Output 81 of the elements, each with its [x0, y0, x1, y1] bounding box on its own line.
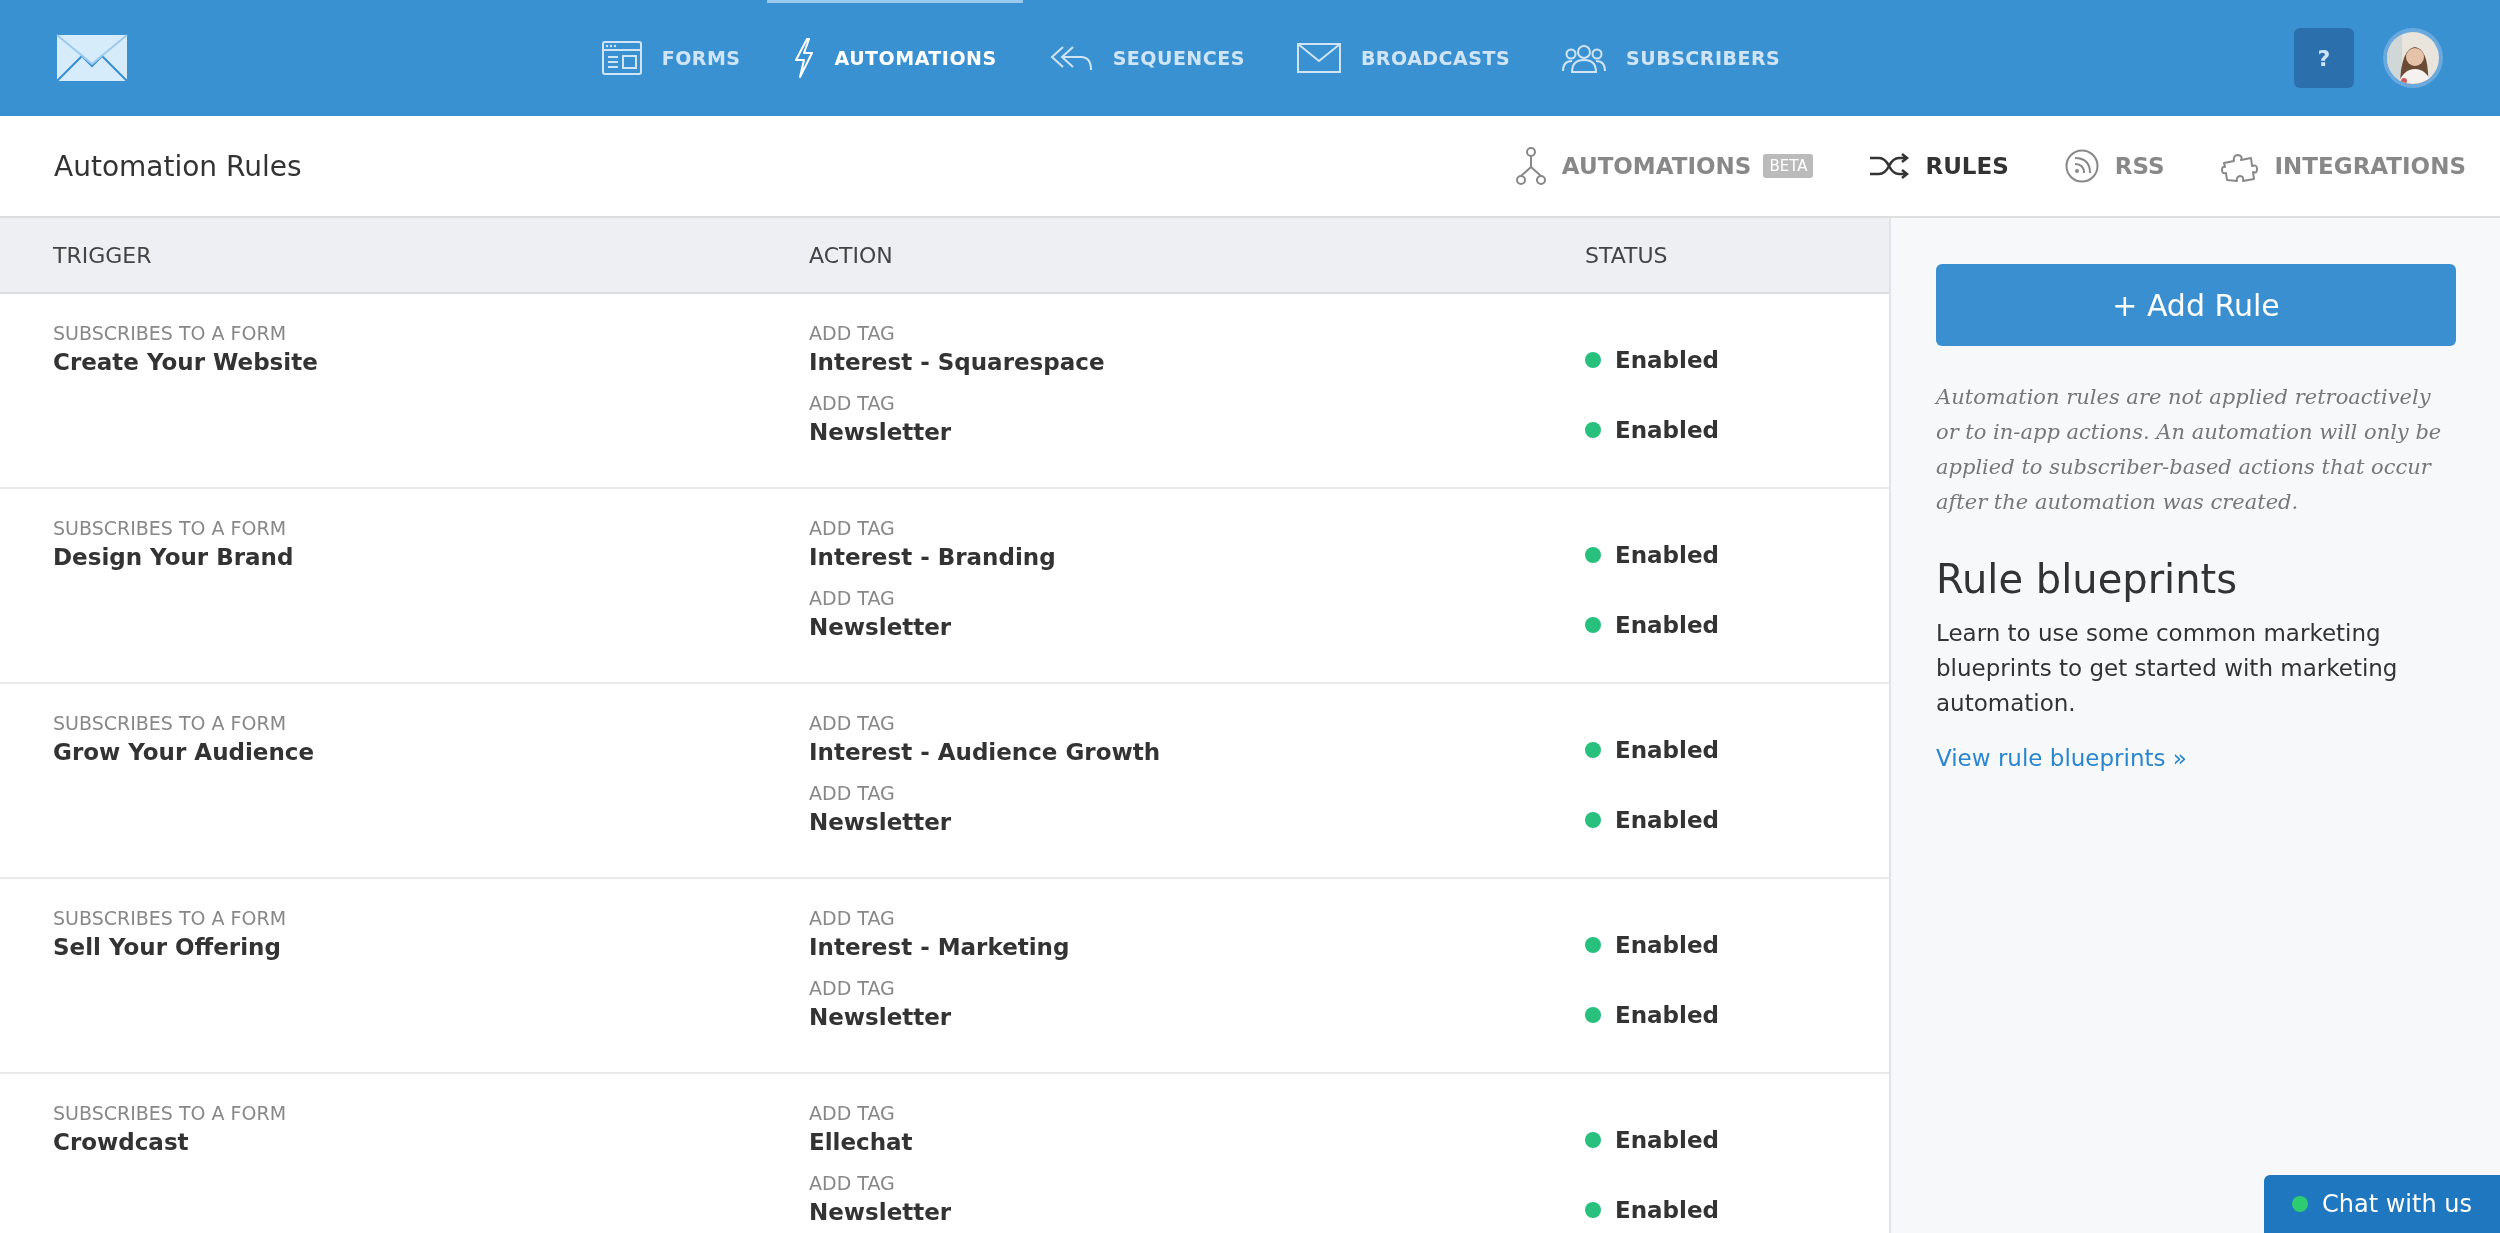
help-button[interactable]: ?: [2294, 28, 2354, 88]
status-text: Enabled: [1615, 806, 1720, 835]
nav-tab[interactable]: SUBSCRIBERS: [1536, 0, 1807, 116]
subnav-tab[interactable]: RSS: [2064, 147, 2165, 185]
action-type: ADD TAG: [809, 321, 896, 346]
status-text: Enabled: [1615, 541, 1720, 570]
nav-tab[interactable]: AUTOMATIONS: [766, 0, 1023, 116]
action-type: ADD TAG: [809, 586, 896, 611]
action-value: Newsletter: [809, 808, 953, 837]
action-type: ADD TAG: [809, 516, 896, 541]
envelope-logo: [56, 34, 128, 82]
nav-tab[interactable]: FORMS: [575, 0, 767, 116]
page-title: Automation Rules: [54, 149, 302, 183]
action-type: ADD TAG: [809, 711, 896, 736]
action-type: ADD TAG: [809, 391, 896, 416]
description-text: Learn to use some common marketing blueprints to get started with marketing automation.: [1936, 619, 2399, 718]
status-dot-icon: [1585, 742, 1601, 758]
action-value: Interest - Squarespace: [809, 348, 1106, 377]
action-value: Newsletter: [809, 613, 953, 642]
subnav-tab[interactable]: INTEGRATIONS: [2220, 147, 2466, 185]
status-text: Enabled: [1615, 611, 1720, 640]
status-dot-icon: [1585, 422, 1601, 438]
action-type: ADD TAG: [809, 1171, 896, 1196]
status-dot-icon: [1585, 547, 1601, 563]
status-text: Enabled: [1615, 1126, 1720, 1155]
action-type: ADD TAG: [809, 976, 896, 1001]
status-text: Enabled: [1615, 931, 1720, 960]
shuffle-icon: [1869, 153, 1910, 179]
status-dot-icon: [1585, 1202, 1601, 1218]
beta-badge: BETA: [1763, 154, 1814, 178]
status-dot-icon: [1585, 1007, 1601, 1023]
status-text: Enabled: [1615, 416, 1720, 445]
action-value: Ellechat: [809, 1128, 914, 1157]
blueprints-link[interactable]: View rule blueprints »: [1936, 745, 2187, 771]
trigger-name: Design Your Brand: [53, 543, 295, 572]
trigger-name: Grow Your Audience: [53, 738, 316, 767]
status-dot-icon: [1585, 937, 1601, 953]
trigger-type: SUBSCRIBES TO A FORM: [53, 516, 288, 541]
status-dot-icon: [1585, 617, 1601, 633]
chat-button[interactable]: Chat with us: [2264, 1175, 2500, 1233]
nav-tab[interactable]: SEQUENCES: [1022, 0, 1271, 116]
status-dot-icon: [1585, 812, 1601, 828]
column-header: STATUS: [1585, 242, 1669, 268]
add-rule-button[interactable]: + Add Rule: [1936, 264, 2456, 346]
status-text: Enabled: [1615, 1196, 1720, 1225]
trigger-type: SUBSCRIBES TO A FORM: [53, 906, 288, 931]
status-text: Enabled: [1615, 736, 1720, 765]
action-value: Interest - Marketing: [809, 933, 1071, 962]
section-heading: Rule blueprints: [1936, 556, 2239, 602]
column-header: ACTION: [809, 242, 894, 268]
trigger-name: Sell Your Offering: [53, 933, 282, 962]
nav-tab[interactable]: BROADCASTS: [1270, 0, 1537, 116]
browser-window-icon: [601, 41, 642, 75]
double-arrow-left-icon: [1048, 44, 1093, 72]
action-value: Interest - Audience Growth: [809, 738, 1162, 767]
trigger-type: SUBSCRIBES TO A FORM: [53, 1101, 288, 1126]
action-value: Interest - Branding: [809, 543, 1057, 572]
envelope-icon: [1296, 43, 1341, 73]
status-text: Enabled: [1615, 346, 1720, 375]
action-value: Newsletter: [809, 418, 953, 447]
trigger-type: SUBSCRIBES TO A FORM: [53, 321, 288, 346]
status-dot-icon: [1585, 1132, 1601, 1148]
action-type: ADD TAG: [809, 1101, 896, 1126]
subnav-tab[interactable]: AUTOMATIONS BETA: [1515, 147, 1814, 185]
node-tree-icon: [1515, 147, 1546, 185]
status-dot-icon: [1585, 352, 1601, 368]
subnav-tab[interactable]: RULES: [1869, 147, 2009, 185]
trigger-name: Create Your Website: [53, 348, 319, 377]
lightning-bolt-icon: [792, 38, 815, 78]
trigger-type: SUBSCRIBES TO A FORM: [53, 711, 288, 736]
people-icon: [1562, 43, 1607, 73]
action-type: ADD TAG: [809, 781, 896, 806]
online-dot-icon: [2292, 1196, 2308, 1212]
action-value: Newsletter: [809, 1003, 953, 1032]
rss-icon: [2064, 149, 2099, 183]
info-note: Automation rules are not applied retroactively or to in-app actions. An automation will only be applied to subscriber-based actions that occur after the automation was created.: [1936, 384, 2443, 516]
action-type: ADD TAG: [809, 906, 896, 931]
trigger-name: Crowdcast: [53, 1128, 190, 1157]
status-text: Enabled: [1615, 1001, 1720, 1030]
action-value: Newsletter: [809, 1198, 953, 1227]
column-header: TRIGGER: [53, 242, 153, 268]
